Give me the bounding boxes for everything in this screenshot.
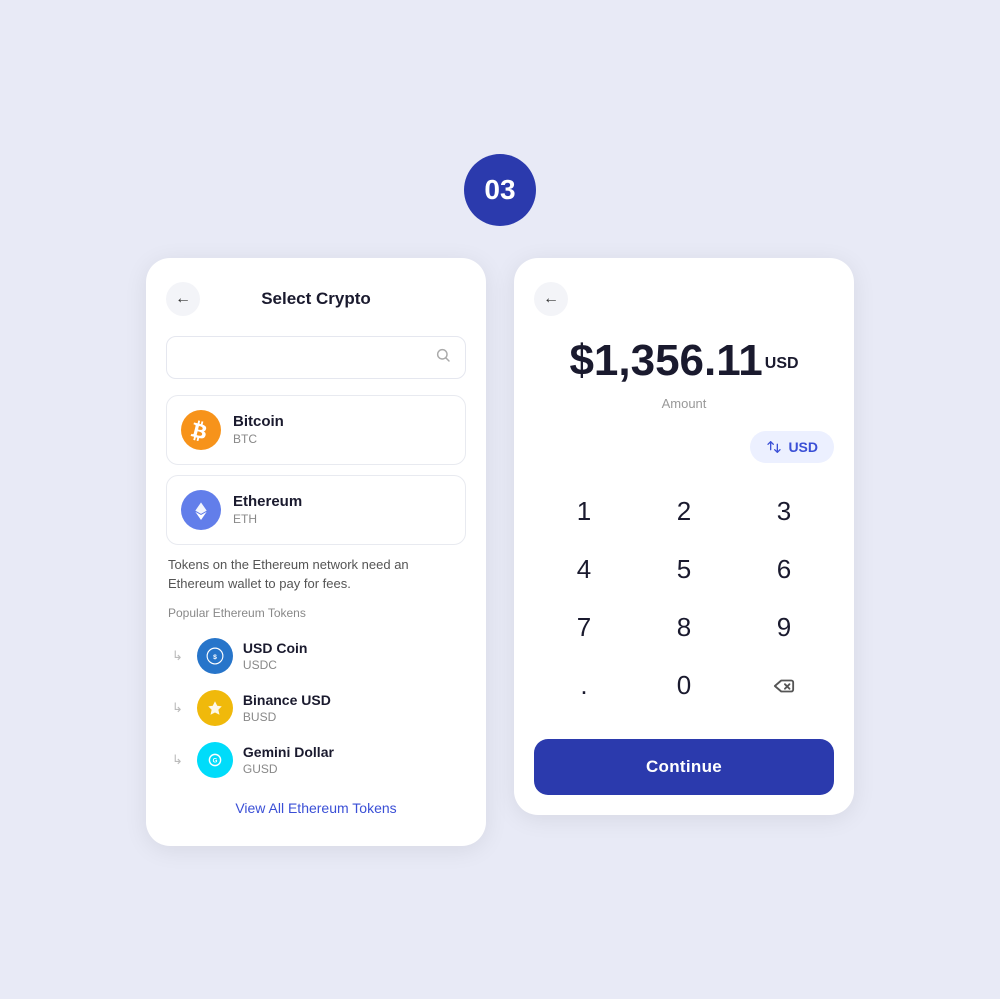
usdc-item[interactable]: ↳ $ USD Coin USDC <box>166 630 466 682</box>
usdc-info: USD Coin USDC <box>243 640 308 672</box>
search-box[interactable] <box>166 336 466 379</box>
currency-toggle: USD <box>534 431 834 463</box>
busd-info: Binance USD BUSD <box>243 692 331 724</box>
bitcoin-info: Bitcoin BTC <box>233 413 284 446</box>
panels-container: ← Select Crypto Bitcoin BTC <box>146 258 854 846</box>
busd-arrow: ↳ <box>172 700 183 716</box>
key-3[interactable]: 3 <box>734 483 834 541</box>
currency-toggle-label: USD <box>788 439 818 455</box>
bitcoin-icon <box>181 410 221 450</box>
busd-name: Binance USD <box>243 692 331 708</box>
busd-symbol: BUSD <box>243 710 331 724</box>
gusd-symbol: GUSD <box>243 762 334 776</box>
usdc-name: USD Coin <box>243 640 308 656</box>
key-1[interactable]: 1 <box>534 483 634 541</box>
search-input[interactable] <box>181 349 435 365</box>
key-7[interactable]: 7 <box>534 599 634 657</box>
usdc-arrow: ↳ <box>172 648 183 664</box>
amount-currency: USD <box>765 355 799 372</box>
key-6[interactable]: 6 <box>734 541 834 599</box>
left-panel-header: ← Select Crypto <box>166 282 466 316</box>
select-crypto-panel: ← Select Crypto Bitcoin BTC <box>146 258 486 846</box>
eth-description: Tokens on the Ethereum network need an E… <box>168 555 464 594</box>
key-0[interactable]: 0 <box>634 657 734 715</box>
bitcoin-name: Bitcoin <box>233 413 284 430</box>
key-8[interactable]: 8 <box>634 599 734 657</box>
ethereum-info: Ethereum ETH <box>233 493 302 526</box>
ethereum-symbol: ETH <box>233 512 302 526</box>
view-all-link[interactable]: View All Ethereum Tokens <box>166 800 466 816</box>
gusd-info: Gemini Dollar GUSD <box>243 744 334 776</box>
key-5[interactable]: 5 <box>634 541 734 599</box>
key-2[interactable]: 2 <box>634 483 734 541</box>
busd-item[interactable]: ↳ Binance USD BUSD <box>166 682 466 734</box>
left-back-button[interactable]: ← <box>166 282 200 316</box>
svg-text:$: $ <box>213 653 217 660</box>
key-backspace[interactable] <box>734 657 834 715</box>
ethereum-section: Ethereum ETH Tokens on the Ethereum netw… <box>166 475 466 816</box>
svg-text:G: G <box>213 757 218 764</box>
numpad: 1 2 3 4 5 6 7 8 9 . 0 <box>534 483 834 715</box>
key-9[interactable]: 9 <box>734 599 834 657</box>
key-4[interactable]: 4 <box>534 541 634 599</box>
currency-toggle-button[interactable]: USD <box>750 431 834 463</box>
step-badge: 03 <box>464 154 536 226</box>
continue-button[interactable]: Continue <box>534 739 834 795</box>
amount-label: Amount <box>534 396 834 411</box>
amount-panel: ← $1,356.11USD Amount USD 1 2 3 4 5 6 <box>514 258 854 815</box>
gusd-item[interactable]: ↳ G Gemini Dollar GUSD <box>166 734 466 786</box>
ethereum-name: Ethereum <box>233 493 302 510</box>
popular-label: Popular Ethereum Tokens <box>168 606 466 620</box>
amount-display: $1,356.11USD <box>534 336 834 386</box>
ethereum-item[interactable]: Ethereum ETH <box>166 475 466 545</box>
usdc-icon: $ <box>197 638 233 674</box>
gusd-arrow: ↳ <box>172 752 183 768</box>
amount-value: $1,356.11 <box>569 336 762 385</box>
busd-icon <box>197 690 233 726</box>
bitcoin-symbol: BTC <box>233 432 284 446</box>
key-dot[interactable]: . <box>534 657 634 715</box>
right-back-button[interactable]: ← <box>534 282 568 316</box>
left-panel-title: Select Crypto <box>200 289 432 309</box>
usdc-symbol: USDC <box>243 658 308 672</box>
ethereum-icon <box>181 490 221 530</box>
gusd-icon: G <box>197 742 233 778</box>
right-panel-header: ← <box>534 282 834 316</box>
search-icon <box>435 347 451 368</box>
gusd-name: Gemini Dollar <box>243 744 334 760</box>
bitcoin-item[interactable]: Bitcoin BTC <box>166 395 466 465</box>
